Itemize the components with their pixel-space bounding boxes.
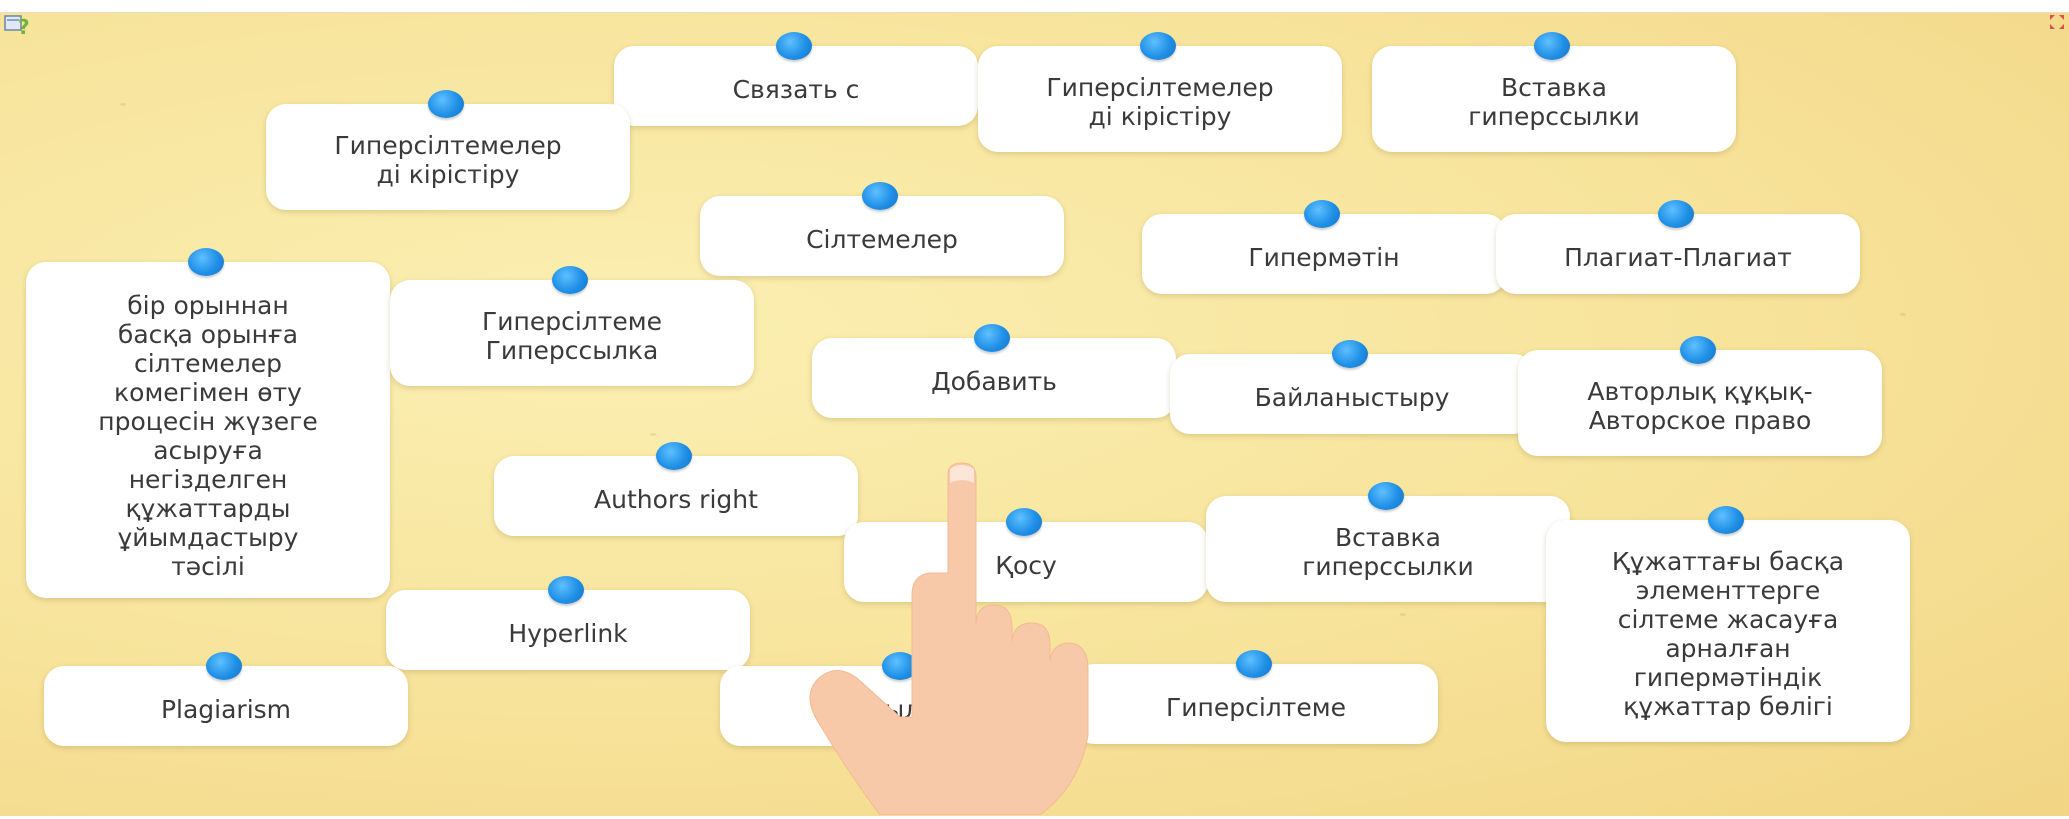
card-label: Сілтемелер — [806, 224, 958, 254]
pin-icon — [776, 32, 812, 60]
card-label: Авторлық құқық- Авторское право — [1587, 377, 1813, 435]
pin-icon — [1680, 336, 1716, 364]
pin-icon — [1534, 32, 1570, 60]
pin-icon — [552, 266, 588, 294]
word-card[interactable]: Гиперсілтемелер ді кірістіру — [266, 90, 630, 210]
pin-icon — [1368, 482, 1404, 510]
pin-icon — [206, 652, 242, 680]
card-label: Гиперсілтемелер ді кірістіру — [334, 131, 562, 189]
pin-icon — [882, 652, 918, 680]
pin-icon — [428, 90, 464, 118]
pin-icon — [1006, 508, 1042, 536]
card-label: Связать с — [732, 74, 860, 104]
card-label: Authors right — [594, 484, 758, 514]
card-label: Байланыстыру — [1254, 382, 1450, 412]
word-card[interactable]: Гиперсілтеме — [1074, 650, 1438, 744]
pin-icon — [548, 576, 584, 604]
word-card[interactable]: Гиперсілтемелер ді кірістіру — [978, 32, 1342, 152]
word-card[interactable]: Гипермәтін — [1142, 200, 1506, 294]
word-card[interactable]: Plagiarism — [44, 652, 408, 746]
card-label: Гиперсілтеме Гиперссылка — [482, 307, 662, 365]
word-card[interactable]: Ссылка — [720, 652, 1084, 746]
word-card[interactable]: Hyperlink — [386, 576, 750, 670]
word-card[interactable]: Байланыстыру — [1170, 340, 1534, 434]
pin-icon — [1140, 32, 1176, 60]
card-label: Гипермәтін — [1248, 242, 1400, 272]
pin-icon — [1304, 200, 1340, 228]
pin-icon — [862, 182, 898, 210]
card-label: Қосу — [995, 550, 1057, 580]
word-card[interactable]: Авторлық құқық- Авторское право — [1518, 336, 1882, 456]
fullscreen-icon[interactable] — [2049, 14, 2065, 30]
word-card[interactable]: Қосу — [844, 508, 1208, 602]
word-card[interactable]: Authors right — [494, 442, 858, 536]
word-card[interactable]: Связать с — [614, 32, 978, 126]
pin-icon — [974, 324, 1010, 352]
card-label: Плагиат-Плагиат — [1564, 242, 1792, 272]
card-label: Ссылка — [853, 694, 951, 724]
word-card[interactable]: Құжаттағы басқа элементтерге сілтеме жас… — [1546, 506, 1910, 742]
word-card[interactable]: Гиперсілтеме Гиперссылка — [390, 266, 754, 386]
pin-icon — [656, 442, 692, 470]
pin-icon — [1332, 340, 1368, 368]
word-card[interactable]: Вставка гиперссылки — [1206, 482, 1570, 602]
word-card[interactable]: Плагиат-Плагиат — [1496, 200, 1860, 294]
card-label: Plagiarism — [160, 694, 292, 724]
word-card[interactable]: Добавить — [812, 324, 1176, 418]
card-label: Hyperlink — [508, 618, 628, 648]
card-label: Гиперсілтемелер ді кірістіру — [1046, 73, 1274, 131]
pin-icon — [188, 248, 224, 276]
card-label: Вставка гиперссылки — [1302, 523, 1474, 581]
help-question-icon[interactable]: ? — [4, 14, 34, 39]
svg-text:?: ? — [18, 15, 30, 36]
pin-icon — [1236, 650, 1272, 678]
pin-icon — [1658, 200, 1694, 228]
card-label: Құжаттағы басқа элементтерге сілтеме жас… — [1611, 547, 1845, 721]
word-card[interactable]: Сілтемелер — [700, 182, 1064, 276]
card-label: бір орыннан басқа орынға сілтемелер коме… — [98, 291, 318, 581]
word-card[interactable]: Вставка гиперссылки — [1372, 32, 1736, 152]
card-label: Добавить — [931, 366, 1057, 396]
card-label: Вставка гиперссылки — [1468, 73, 1640, 131]
card-label: Гиперсілтеме — [1166, 692, 1346, 722]
pin-icon — [1708, 506, 1744, 534]
word-card[interactable]: бір орыннан басқа орынға сілтемелер коме… — [26, 248, 390, 598]
